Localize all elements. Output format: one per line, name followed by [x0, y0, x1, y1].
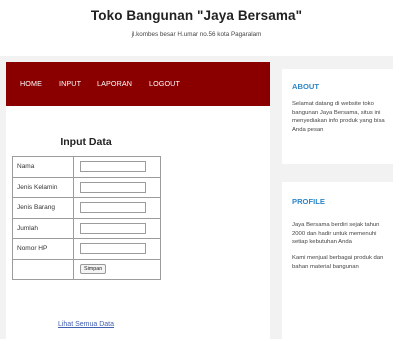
simpan-button[interactable]: Simpan: [80, 264, 107, 275]
main-content: HOME INPUT LAPORAN LOGOUT Input Data Nam…: [6, 62, 270, 339]
jenis-barang-input[interactable]: [80, 202, 146, 214]
about-heading: ABOUT: [292, 82, 319, 91]
empty-cell: [12, 258, 74, 280]
jumlah-input[interactable]: [80, 222, 146, 234]
site-header: Toko Bangunan "Jaya Bersama" jl.kombes b…: [0, 0, 393, 56]
view-all-data-link[interactable]: Lihat Semua Data: [6, 321, 166, 328]
submit-cell: Simpan: [73, 258, 161, 280]
form-row-submit: Simpan: [12, 258, 161, 280]
form-row-jenis-kelamin: Jenis Kelamin: [12, 176, 161, 198]
field-label-jumlah: Jumlah: [12, 217, 74, 239]
form-row-jenis-barang: Jenis Barang: [12, 197, 161, 219]
field-cell: [73, 238, 161, 260]
navbar: HOME INPUT LAPORAN LOGOUT: [6, 62, 270, 106]
field-label-jenis-kelamin: Jenis Kelamin: [12, 176, 74, 198]
form-row-nama: Nama: [12, 156, 161, 178]
profile-box: PROFILE Jaya Bersama berdiri sejak tahun…: [282, 182, 393, 339]
about-text: Selamat datang di website toko bangunan …: [292, 101, 385, 133]
profile-text-1: Jaya Bersama berdiri sejak tahun 2000 da…: [292, 222, 380, 246]
nav-input-link[interactable]: INPUT: [59, 79, 81, 88]
nav-home-link[interactable]: HOME: [20, 79, 42, 88]
form-row-jumlah: Jumlah: [12, 217, 161, 239]
nav-logout-link[interactable]: LOGOUT: [149, 79, 180, 88]
nomor-hp-input[interactable]: [80, 243, 146, 255]
profile-heading: PROFILE: [292, 197, 325, 206]
field-cell: [73, 197, 161, 219]
input-form-table: Nama Jenis Kelamin Jenis Barang Jumlah N…: [12, 156, 161, 280]
field-cell: [73, 217, 161, 239]
nama-input[interactable]: [80, 161, 146, 173]
field-cell: [73, 156, 161, 178]
form-row-nomor-hp: Nomor HP: [12, 238, 161, 260]
jenis-kelamin-input[interactable]: [80, 181, 146, 193]
form-title: Input Data: [60, 136, 112, 148]
field-label-nama: Nama: [12, 156, 74, 178]
site-title: Toko Bangunan "Jaya Bersama": [90, 8, 303, 23]
field-label-jenis-barang: Jenis Barang: [12, 197, 74, 219]
field-cell: [73, 176, 161, 198]
nav-laporan-link[interactable]: LAPORAN: [97, 79, 132, 88]
about-box: ABOUT Selamat datang di website toko ban…: [282, 69, 393, 164]
site-address: jl.kombes besar H.umar no.56 kota Pagara…: [131, 31, 262, 38]
field-label-nomor-hp: Nomor HP: [12, 238, 74, 260]
profile-text-2: Kami menjual berbagai produk dan bahan m…: [292, 255, 384, 270]
